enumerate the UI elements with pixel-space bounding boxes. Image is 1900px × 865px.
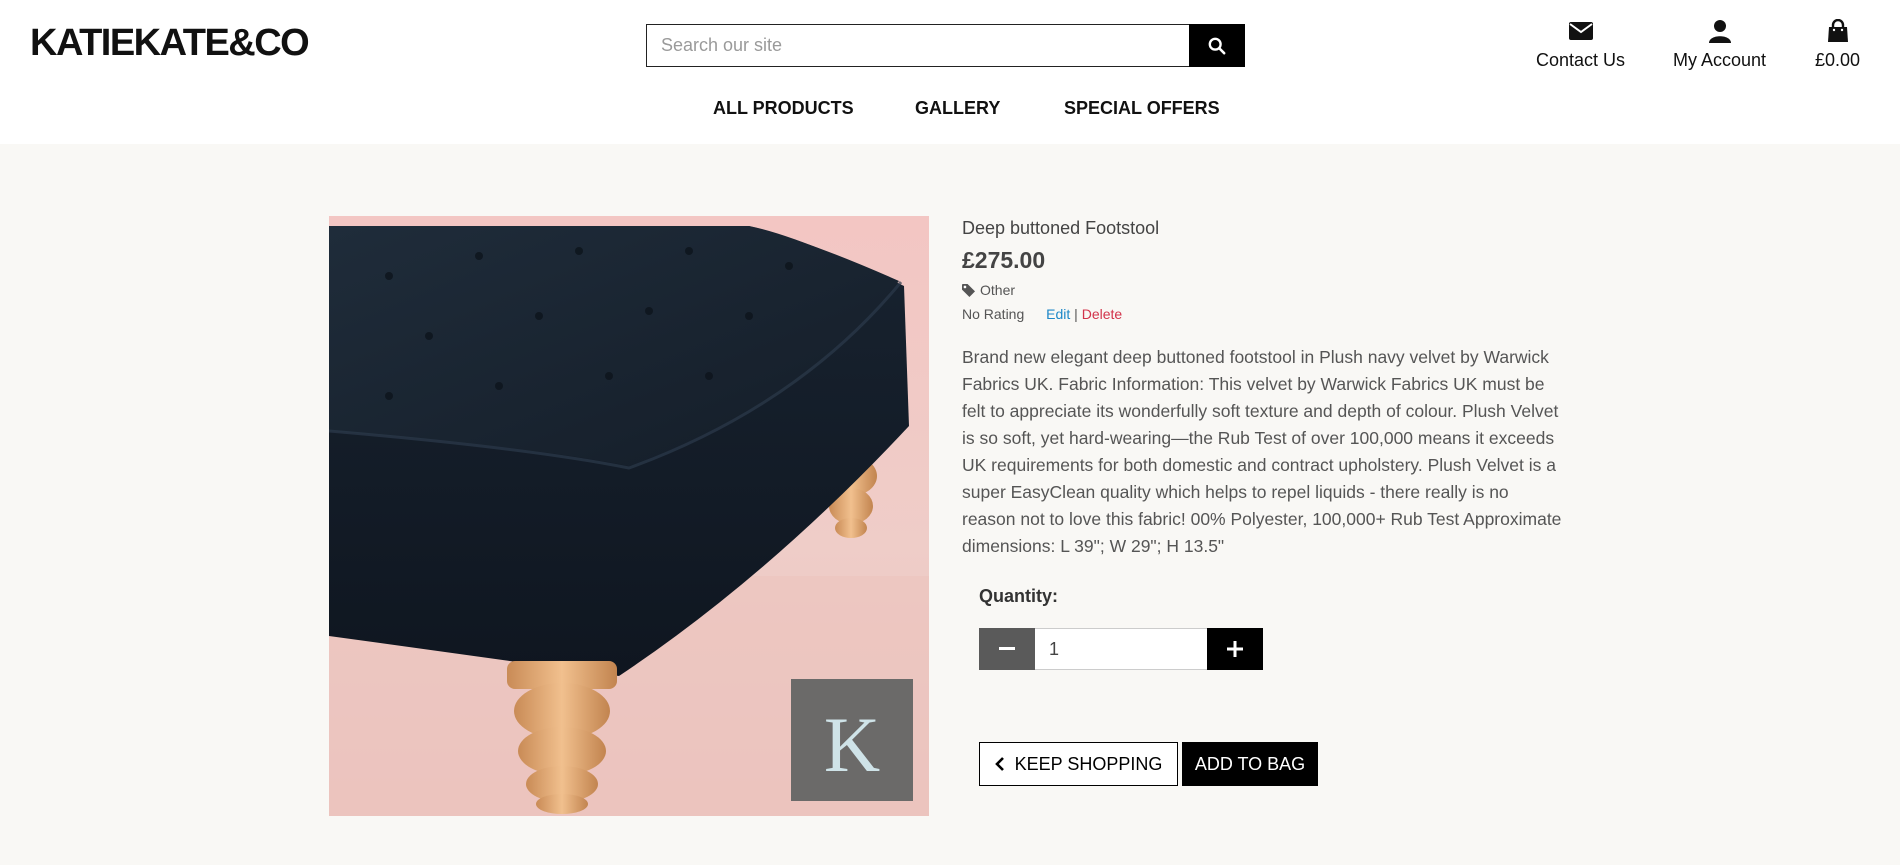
user-icon — [1708, 18, 1731, 44]
keep-shopping-button[interactable]: KEEP SHOPPING — [979, 742, 1178, 786]
tag-icon — [962, 283, 975, 297]
meta-separator: | — [1074, 306, 1078, 322]
envelope-icon — [1568, 18, 1593, 44]
contact-us-label: Contact Us — [1536, 50, 1626, 70]
site-logo[interactable]: KATIEKATE&CO — [30, 22, 310, 65]
my-account-label: My Account — [1673, 50, 1767, 70]
search-button[interactable] — [1189, 24, 1245, 67]
rating-label: No Rating — [962, 306, 1025, 322]
quantity-input[interactable] — [1035, 628, 1207, 670]
quantity-label: Quantity: — [979, 586, 1058, 606]
product-name: Deep buttoned Footstool — [962, 218, 1160, 238]
shopping-bag-link[interactable]: £0.00 — [1815, 18, 1860, 71]
shopping-bag-icon — [1827, 18, 1849, 44]
edit-link[interactable]: Edit — [1046, 306, 1070, 322]
decrement-button[interactable] — [979, 628, 1035, 670]
chevron-left-icon — [994, 757, 1004, 771]
increment-button[interactable] — [1207, 628, 1263, 670]
product-price: £275.00 — [962, 247, 1046, 273]
add-to-bag-button[interactable]: ADD TO BAG — [1182, 742, 1318, 786]
quantity-stepper — [979, 628, 1263, 670]
product-description: Brand new elegant deep buttoned footstoo… — [962, 347, 1562, 556]
search-input[interactable] — [646, 24, 1189, 67]
category-label: Other — [980, 282, 1016, 298]
product-image: K — [329, 216, 929, 816]
product-category[interactable]: Other — [962, 282, 1562, 298]
delete-link[interactable]: Delete — [1082, 306, 1122, 322]
plus-icon — [1227, 641, 1243, 657]
nav-gallery[interactable]: GALLERY — [915, 98, 1000, 119]
nav-special-offers[interactable]: SPECIAL OFFERS — [1064, 98, 1220, 119]
nav-all-products[interactable]: ALL PRODUCTS — [713, 98, 854, 119]
site-header: KATIEKATE&CO Contact Us My Account — [0, 0, 1900, 144]
bag-total: £0.00 — [1815, 50, 1861, 70]
keep-shopping-label: KEEP SHOPPING — [1014, 753, 1163, 774]
my-account-link[interactable]: My Account — [1673, 18, 1766, 71]
product-meta: No Rating Edit | Delete — [962, 306, 1562, 322]
brand-watermark: K — [791, 679, 913, 801]
svg-text:K: K — [824, 701, 880, 788]
minus-icon — [999, 647, 1015, 650]
search-icon — [1208, 37, 1226, 54]
product-details: Deep buttoned Footstool £275.00 Other No… — [962, 218, 1562, 560]
contact-us-link[interactable]: Contact Us — [1536, 18, 1625, 71]
search-form — [646, 24, 1245, 67]
